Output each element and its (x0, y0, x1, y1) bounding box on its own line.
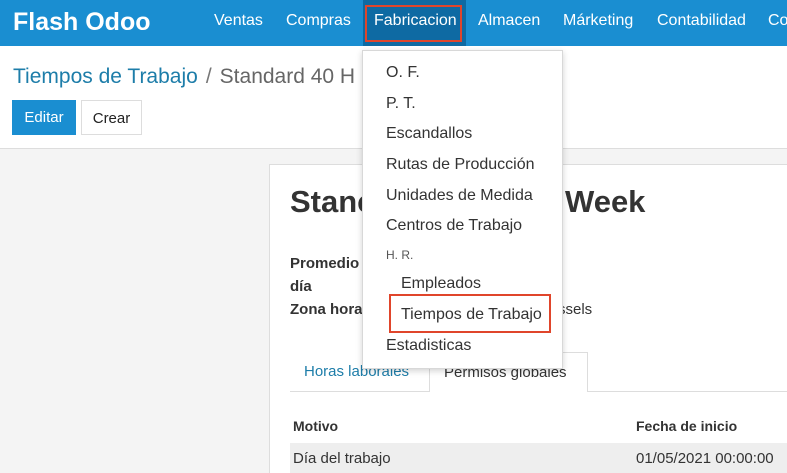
field-label-timezone: Zona hora (290, 301, 363, 318)
column-header-reason[interactable]: Motivo (293, 418, 338, 434)
table-cell-start-date: 01/05/2021 00:00:00 (636, 450, 774, 467)
nav-contabilidad[interactable]: Contabilidad (657, 12, 746, 30)
nav-compras[interactable]: Compras (286, 12, 351, 30)
column-header-start-date[interactable]: Fecha de inicio (636, 418, 737, 434)
breadcrumb-current: Standard 40 H (219, 65, 356, 88)
nav-almacen[interactable]: Almacen (478, 12, 540, 30)
create-button[interactable]: Crear (81, 100, 142, 135)
field-label-average: Promedio (290, 255, 360, 272)
menu-item-empleados[interactable]: Empleados (401, 275, 481, 293)
edit-button[interactable]: Editar (12, 100, 76, 135)
breadcrumb: Tiempos de Trabajo / Standard 40 H (13, 65, 355, 89)
menu-section-header-hr: H. R. (386, 248, 414, 262)
nav-highlight-box (365, 5, 462, 42)
top-navbar: Flash Odoo Ventas Compras Fabricacion Al… (0, 0, 787, 46)
menu-item-unidades-medida[interactable]: Unidades de Medida (386, 187, 533, 205)
menu-item-pt[interactable]: P. T. (386, 95, 416, 113)
record-title-end: Week (565, 184, 646, 219)
menu-item-estadisticas[interactable]: Estadisticas (386, 337, 471, 355)
menu-item-escandallos[interactable]: Escandallos (386, 125, 472, 143)
menu-item-rutas-produccion[interactable]: Rutas de Producción (386, 156, 535, 174)
menu-item-centros-trabajo[interactable]: Centros de Trabajo (386, 217, 522, 235)
timezone-value[interactable]: ssels (558, 301, 592, 318)
breadcrumb-parent[interactable]: Tiempos de Trabajo (13, 65, 198, 88)
nav-marketing[interactable]: Márketing (563, 12, 633, 30)
table-cell-reason: Día del trabajo (293, 450, 391, 467)
app-brand[interactable]: Flash Odoo (13, 8, 151, 37)
menu-highlight-box (389, 294, 551, 333)
nav-overflow[interactable]: Co (768, 12, 787, 30)
breadcrumb-separator: / (205, 65, 212, 88)
nav-ventas[interactable]: Ventas (214, 12, 263, 30)
menu-item-of[interactable]: O. F. (386, 64, 420, 82)
field-label-day: día (290, 278, 312, 295)
